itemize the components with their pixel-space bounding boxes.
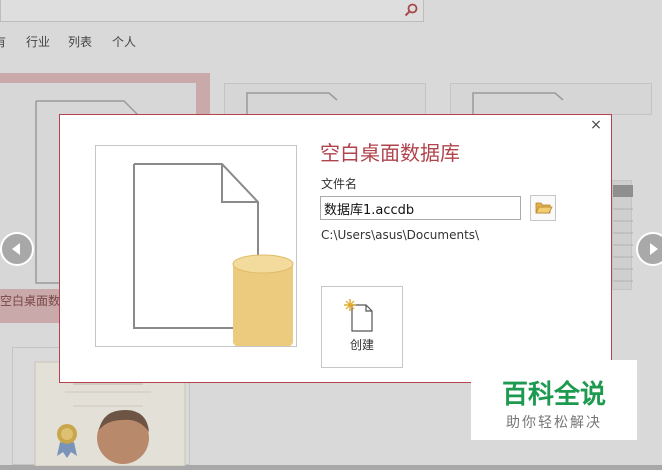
template-tile[interactable] [450,83,652,116]
previous-template-button[interactable] [0,232,34,266]
watermark-subtitle: 助你轻松解决 [506,415,602,431]
file-name-input[interactable] [320,196,521,220]
chevron-right-icon [650,243,658,255]
new-file-icon [344,299,373,332]
database-document-icon [133,163,294,351]
save-location-path: C:\Users\asus\Documents\ [321,228,480,242]
file-name-label: 文件名 [321,177,358,191]
create-button-label: 创建 [349,338,374,352]
template-tile[interactable] [224,83,426,116]
database-preview-image [95,145,297,351]
template-thumbnail-icon [472,92,564,116]
template-search-bar[interactable] [0,0,424,22]
watermark-logo: 百科全说 助你轻松解决 [471,360,637,440]
search-icon[interactable] [404,3,418,17]
chevron-left-icon [12,243,20,255]
selected-template-label: 空白桌面数 [0,294,61,308]
create-button[interactable]: 创建 [321,286,403,368]
browse-folder-button[interactable] [530,195,556,221]
table-template-thumbnail [612,180,633,290]
filter-list[interactable]: 列表 [68,33,92,50]
table-grid-icon [613,185,633,282]
folder-open-icon [535,202,553,214]
dialog-title: 空白桌面数据库 [320,141,460,165]
close-icon[interactable]: × [589,117,603,133]
watermark-title: 百科全说 [501,380,606,410]
filter-item[interactable]: 有 [0,33,6,50]
filter-industry[interactable]: 行业 [26,33,50,50]
filter-personal[interactable]: 个人 [112,33,136,50]
next-template-button[interactable] [636,232,662,266]
template-thumbnail-icon [246,92,338,116]
